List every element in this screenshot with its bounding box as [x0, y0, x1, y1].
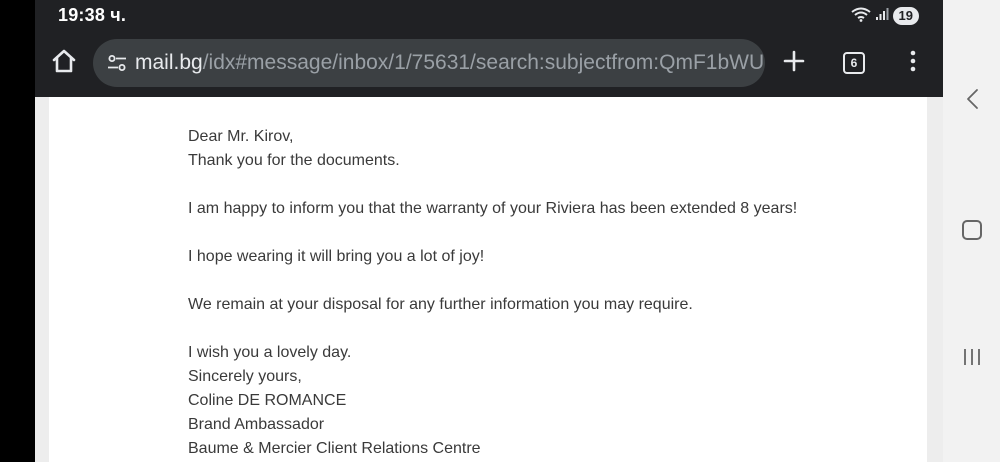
- new-tab-button[interactable]: [777, 46, 811, 80]
- more-vert-icon: [910, 50, 916, 77]
- battery-level: 19: [892, 7, 919, 25]
- tab-switcher-icon: 6: [843, 52, 865, 74]
- wifi-icon: [850, 6, 871, 27]
- web-page: Dear Mr. Kirov, Thank you for the docume…: [35, 97, 943, 462]
- email-message: Dear Mr. Kirov, Thank you for the docume…: [49, 97, 927, 462]
- status-bar: 19:38 ч. 19: [35, 0, 943, 32]
- url-domain: mail.bg: [135, 51, 203, 74]
- email-signoff: Sincerely yours,: [188, 368, 302, 385]
- left-screen-edge: [0, 0, 35, 462]
- browser-window: 19:38 ч. 19 mail.bg/idx#message/inbox/1/…: [35, 0, 943, 462]
- tab-switcher-button[interactable]: 6: [837, 46, 871, 80]
- email-paragraph-disposal: We remain at your disposal for any furth…: [188, 296, 693, 313]
- sender-name: Coline DE ROMANCE: [188, 392, 347, 409]
- email-paragraph-warranty: I am happy to inform you that the warran…: [188, 200, 798, 217]
- back-button[interactable]: [943, 81, 1000, 121]
- plus-icon: [783, 50, 805, 77]
- system-navigation-bar: [943, 0, 1000, 462]
- status-icons: 19: [850, 6, 919, 27]
- sender-organization: Baume & Mercier Client Relations Centre: [188, 440, 481, 457]
- email-thanks: Thank you for the documents.: [188, 152, 400, 169]
- tune-icon[interactable]: [107, 53, 127, 73]
- sender-title: Brand Ambassador: [188, 416, 325, 433]
- menu-button[interactable]: [896, 46, 930, 80]
- email-salutation: Dear Mr. Kirov,: [188, 128, 294, 145]
- address-bar[interactable]: mail.bg/idx#message/inbox/1/75631/search…: [93, 39, 765, 87]
- signal-icon: [875, 7, 889, 26]
- recents-icon: [962, 347, 982, 372]
- browser-toolbar: mail.bg/idx#message/inbox/1/75631/search…: [35, 32, 943, 95]
- email-body: Dear Mr. Kirov, Thank you for the docume…: [188, 125, 797, 461]
- url-path: /idx#message/inbox/1/75631/search:subjec…: [202, 51, 765, 74]
- tab-count: 6: [850, 56, 858, 70]
- home-icon: [51, 48, 77, 79]
- home-nav-icon: [961, 220, 982, 240]
- back-icon: [965, 88, 979, 115]
- home-nav-button[interactable]: [943, 210, 1000, 250]
- email-paragraph-joy: I hope wearing it will bring you a lot o…: [188, 248, 485, 265]
- home-button[interactable]: [47, 46, 81, 80]
- status-time: 19:38 ч.: [58, 5, 127, 25]
- recents-button[interactable]: [943, 339, 1000, 379]
- email-closing: I wish you a lovely day.: [188, 344, 352, 361]
- url-text[interactable]: mail.bg/idx#message/inbox/1/75631/search…: [135, 51, 765, 75]
